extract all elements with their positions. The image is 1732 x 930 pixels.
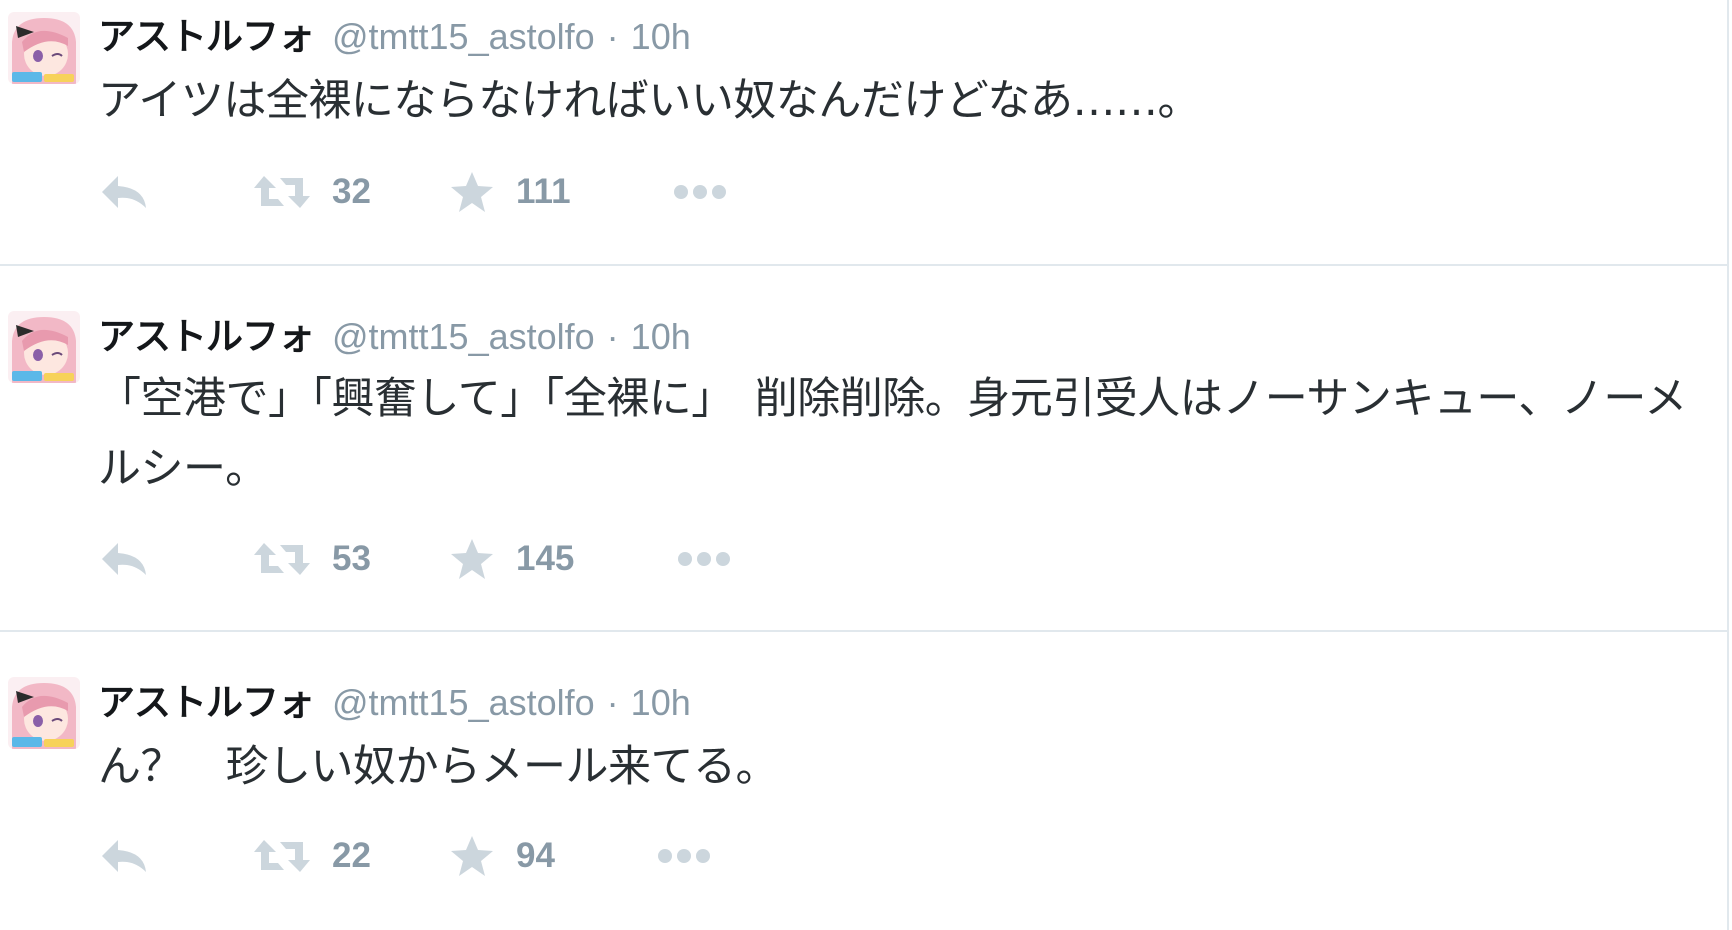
timeline-right-border — [1727, 0, 1729, 930]
star-icon — [451, 172, 493, 212]
reply-icon — [102, 176, 146, 208]
avatar-image — [8, 677, 80, 749]
timestamp[interactable]: 10h — [631, 16, 691, 58]
display-name[interactable]: アストルフォ — [98, 306, 315, 360]
more-dots-icon — [658, 849, 710, 863]
avatar-image — [8, 12, 80, 84]
favorite-button[interactable]: 145 — [450, 529, 574, 589]
display-name[interactable]: アストルフォ — [98, 672, 315, 726]
tweet-header: アストルフォ @tmtt15_astolfo · 10h — [98, 306, 691, 358]
more-button[interactable] — [676, 529, 732, 589]
separator-dot: · — [606, 316, 619, 357]
reply-icon — [102, 840, 146, 872]
retweet-button[interactable]: 53 — [254, 529, 371, 589]
separator-dot: · — [606, 16, 619, 57]
retweet-button[interactable]: 22 — [254, 826, 371, 886]
more-button[interactable] — [672, 162, 728, 222]
star-icon — [451, 836, 493, 876]
timestamp[interactable]: 10h — [631, 682, 691, 724]
tweet-actions: 22 94 — [98, 826, 998, 886]
reply-button[interactable] — [98, 529, 150, 589]
tweet-header: アストルフォ @tmtt15_astolfo · 10h — [98, 672, 691, 724]
tweet-actions: 32 111 — [98, 162, 998, 222]
reply-button[interactable] — [98, 826, 150, 886]
user-handle[interactable]: @tmtt15_astolfo — [332, 682, 595, 724]
retweet-icon — [254, 840, 310, 872]
retweet-icon — [254, 176, 310, 208]
more-dots-icon — [678, 552, 730, 566]
favorite-button[interactable]: 111 — [450, 162, 571, 222]
tweet-actions: 53 145 — [98, 529, 998, 589]
display-name[interactable]: アストルフォ — [98, 6, 315, 60]
tweet-text: 「空港で」「興奮して」「全裸に」 削除削除。身元引受人はノーサンキュー、ノーメル… — [98, 374, 1687, 494]
retweet-count: 53 — [332, 539, 371, 578]
avatar[interactable] — [8, 311, 80, 383]
star-icon — [451, 539, 493, 579]
separator-dot: · — [606, 682, 619, 723]
retweet-button[interactable]: 32 — [254, 162, 371, 222]
avatar-image — [8, 311, 80, 383]
avatar[interactable] — [8, 677, 80, 749]
avatar[interactable] — [8, 12, 80, 84]
more-button[interactable] — [656, 826, 712, 886]
more-dots-icon — [674, 185, 726, 199]
favorite-button[interactable]: 94 — [450, 826, 555, 886]
tweet-text: アイツは全裸にならなければいい奴なんだけどなあ……。 — [98, 76, 1201, 126]
reply-button[interactable] — [98, 162, 150, 222]
favorite-count: 145 — [516, 539, 575, 578]
tweet-timeline: アストルフォ @tmtt15_astolfo · 10h アイツは全裸にならなけ… — [0, 0, 1732, 930]
tweet[interactable]: アストルフォ @tmtt15_astolfo · 10h ん？ 珍しい奴からメー… — [0, 632, 1727, 930]
tweet[interactable]: アストルフォ @tmtt15_astolfo · 10h 「空港で」「興奮して」… — [0, 266, 1727, 630]
user-handle[interactable]: @tmtt15_astolfo — [332, 316, 595, 358]
favorite-count: 111 — [516, 172, 571, 211]
tweet-text: ん？ 珍しい奴からメール来てる。 — [98, 742, 779, 792]
tweet[interactable]: アストルフォ @tmtt15_astolfo · 10h アイツは全裸にならなけ… — [0, 0, 1727, 264]
timestamp[interactable]: 10h — [631, 316, 691, 358]
user-handle[interactable]: @tmtt15_astolfo — [332, 16, 595, 58]
retweet-icon — [254, 543, 310, 575]
tweet-header: アストルフォ @tmtt15_astolfo · 10h — [98, 6, 691, 58]
favorite-count: 94 — [516, 836, 555, 875]
retweet-count: 22 — [332, 836, 371, 875]
retweet-count: 32 — [332, 172, 371, 211]
reply-icon — [102, 543, 146, 575]
